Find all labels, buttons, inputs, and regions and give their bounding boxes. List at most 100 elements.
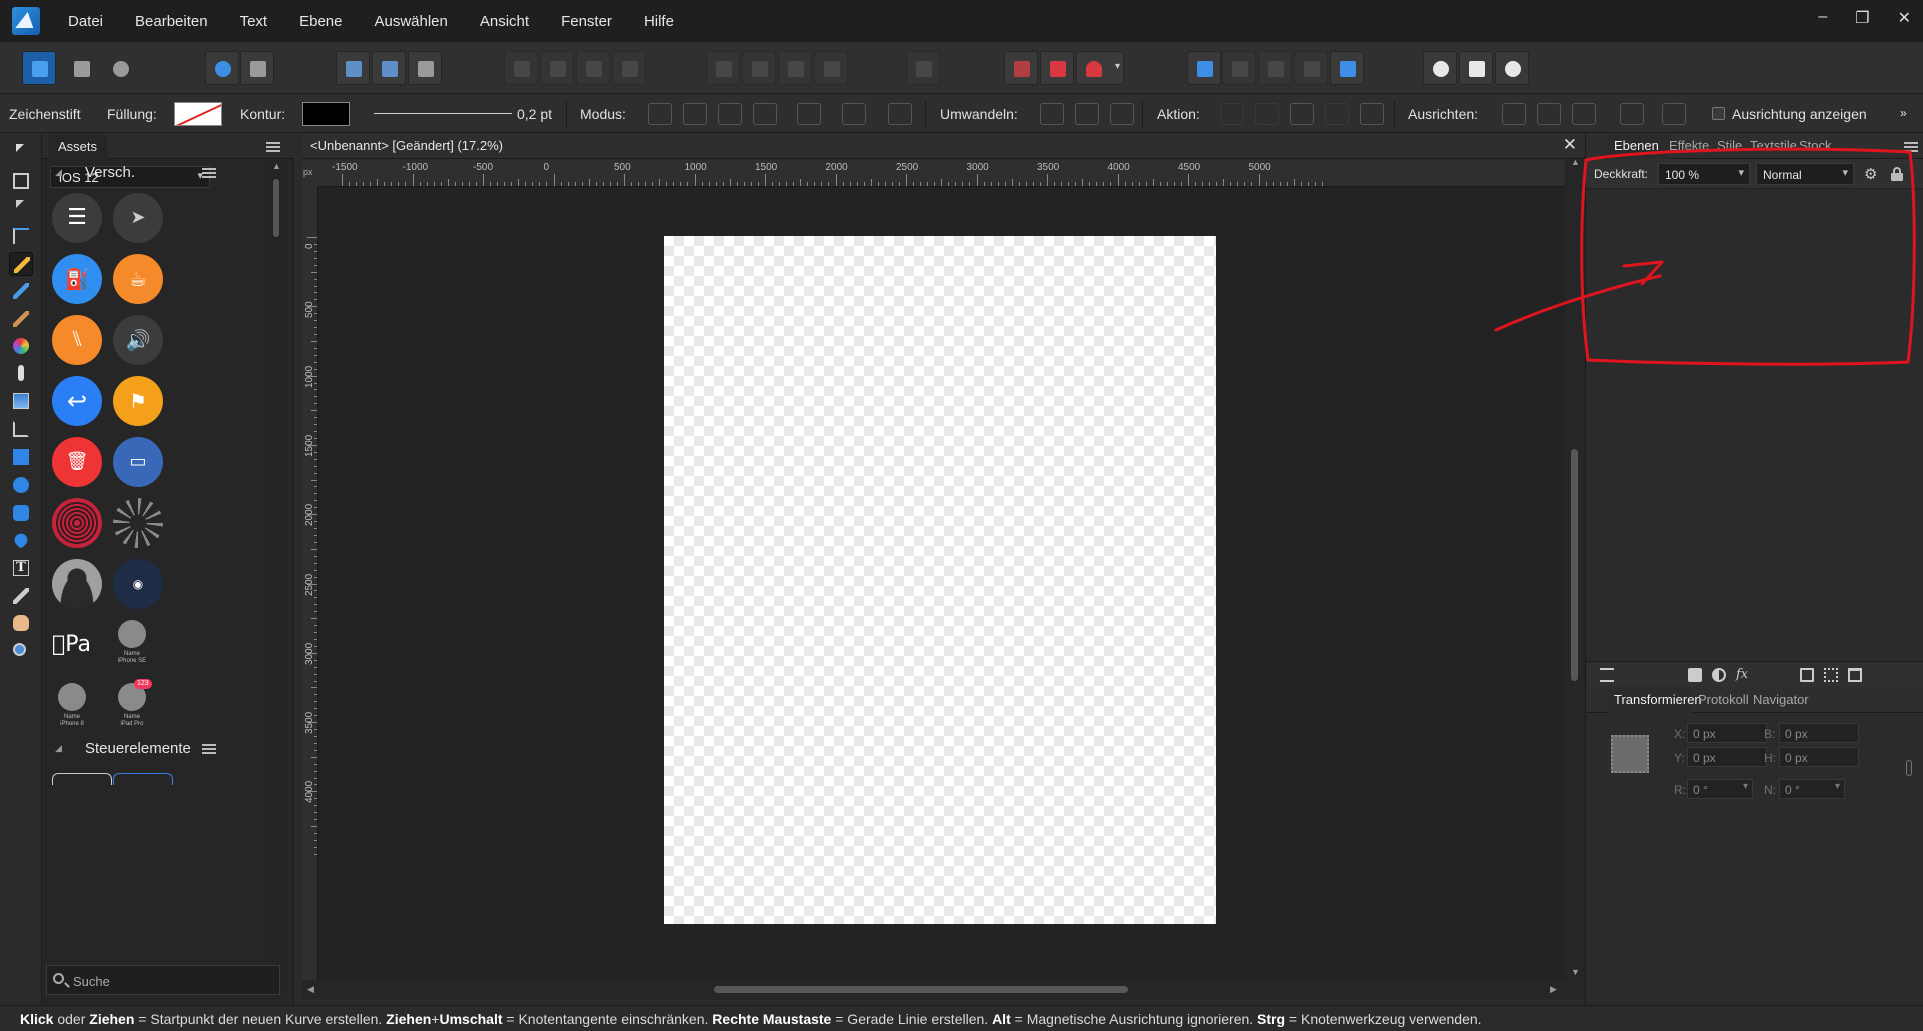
- convert-smart-button[interactable]: [1110, 103, 1134, 125]
- boolean-subtract-button[interactable]: [1222, 51, 1256, 85]
- polygon-mode-button[interactable]: [718, 103, 742, 125]
- scroll-left-icon[interactable]: ◀: [307, 984, 314, 995]
- boolean-xor-button[interactable]: [1294, 51, 1328, 85]
- asset-location[interactable]: ➤: [113, 193, 163, 243]
- assets-scrollbar[interactable]: ▲ ▼: [270, 159, 282, 989]
- anchor-point-selector[interactable]: [1611, 735, 1649, 773]
- horizontal-ruler[interactable]: -1500 -1000 -500 0 500 1000 1500 2000 2500 3000 35…: [318, 159, 1585, 187]
- break-curve-button[interactable]: [1220, 103, 1244, 125]
- join-curves-button[interactable]: [1325, 103, 1349, 125]
- width-field[interactable]: 0 px: [1779, 723, 1859, 743]
- create-shape-button[interactable]: [797, 103, 821, 125]
- asset-control-preview[interactable]: [113, 773, 173, 785]
- pen-tool[interactable]: [9, 252, 33, 276]
- assistant-button[interactable]: [240, 51, 274, 85]
- asset-spinner[interactable]: [113, 498, 163, 548]
- layers-stack-icon[interactable]: [1600, 668, 1614, 682]
- stroke-width-slider[interactable]: [374, 113, 512, 114]
- select-bounding-button[interactable]: [372, 51, 406, 85]
- fill-color-swatch[interactable]: [174, 102, 222, 126]
- category-menu-icon[interactable]: [202, 744, 216, 754]
- asset-control-preview[interactable]: [52, 773, 112, 785]
- delete-layer-icon[interactable]: [1848, 668, 1862, 682]
- place-image-tool[interactable]: [9, 389, 33, 413]
- insert-top-button[interactable]: [1459, 51, 1493, 85]
- vector-brush-tool[interactable]: [9, 307, 33, 331]
- more-chevron-icon[interactable]: »: [1900, 106, 1907, 120]
- boolean-divide-button[interactable]: [1330, 51, 1364, 85]
- close-window-button[interactable]: ✕: [1898, 8, 1911, 28]
- adjustment-icon[interactable]: [1712, 668, 1726, 682]
- layers-list[interactable]: [1586, 189, 1923, 671]
- menu-ansicht[interactable]: Ansicht: [480, 13, 529, 30]
- asset-contact-iphone-se[interactable]: [118, 620, 146, 648]
- ruler-unit[interactable]: px: [302, 159, 318, 187]
- scroll-down-icon[interactable]: ▼: [1571, 967, 1580, 977]
- height-field[interactable]: 0 px: [1779, 747, 1859, 767]
- tab-transformieren[interactable]: Transformieren: [1614, 692, 1702, 707]
- scroll-right-icon[interactable]: ▶: [1550, 984, 1557, 995]
- scroll-up-icon[interactable]: ▲: [272, 161, 281, 171]
- menu-hilfe[interactable]: Hilfe: [644, 13, 674, 30]
- shear-field[interactable]: 0 °: [1779, 779, 1845, 799]
- point-transform-tool[interactable]: [9, 224, 33, 248]
- search-input[interactable]: [73, 972, 273, 990]
- pencil-tool[interactable]: [9, 279, 33, 303]
- assets-scroll-thumb[interactable]: [273, 179, 279, 237]
- tab-stock[interactable]: Stock: [1799, 138, 1832, 153]
- tab-assets[interactable]: Assets: [48, 135, 108, 159]
- menu-fenster[interactable]: Fenster: [561, 13, 612, 30]
- artistic-text-tool[interactable]: T: [9, 556, 33, 580]
- insert-inside-button[interactable]: [1495, 51, 1529, 85]
- tab-effekte[interactable]: Effekte: [1669, 138, 1709, 153]
- asset-fingerprint[interactable]: [52, 498, 102, 548]
- fx-icon[interactable]: fx: [1736, 668, 1750, 682]
- menu-ebene[interactable]: Ebene: [299, 13, 342, 30]
- snapping-grid-button[interactable]: [1004, 51, 1038, 85]
- rubber-band-button[interactable]: [842, 103, 866, 125]
- align-transform-button[interactable]: [1620, 103, 1644, 125]
- canvas-vertical-scrollbar[interactable]: ▲ ▼: [1565, 157, 1585, 980]
- asset-avatar[interactable]: [52, 559, 102, 609]
- snap-to-geometry-button[interactable]: [888, 103, 912, 125]
- document-tab-title[interactable]: <Unbenannt> [Geändert] (17.2%): [310, 138, 503, 153]
- restore-button[interactable]: ❐: [1855, 8, 1869, 28]
- transform-origin-button[interactable]: [336, 51, 370, 85]
- tab-textstile[interactable]: Textstile: [1750, 138, 1797, 153]
- vertical-scroll-thumb[interactable]: [1571, 449, 1578, 681]
- align-button[interactable]: [906, 51, 940, 85]
- align-snap-button[interactable]: [1662, 103, 1686, 125]
- order-backward-button[interactable]: [540, 51, 574, 85]
- asset-sound[interactable]: 🔊: [113, 315, 163, 365]
- close-curve-button[interactable]: [1255, 103, 1279, 125]
- boolean-add-button[interactable]: [1187, 51, 1221, 85]
- smooth-curve-button[interactable]: [1290, 103, 1314, 125]
- rounded-rectangle-tool[interactable]: [9, 501, 33, 525]
- snapping-magnet-button[interactable]: ▾: [1076, 51, 1124, 85]
- x-field[interactable]: 0 px: [1687, 723, 1767, 743]
- panel-menu-icon[interactable]: [1904, 142, 1918, 152]
- lock-icon[interactable]: [1891, 167, 1903, 181]
- fill-tool[interactable]: [9, 334, 33, 358]
- rotate-right-button[interactable]: [814, 51, 848, 85]
- flip-vertical-button[interactable]: [742, 51, 776, 85]
- rotate-left-button[interactable]: [778, 51, 812, 85]
- pen-mode-button[interactable]: [648, 103, 672, 125]
- reverse-curve-button[interactable]: [1360, 103, 1384, 125]
- order-back-button[interactable]: [504, 51, 538, 85]
- asset-list[interactable]: ☰: [52, 193, 102, 243]
- ellipse-tool[interactable]: [9, 473, 33, 497]
- panel-menu-icon[interactable]: [266, 142, 280, 152]
- line-mode-button[interactable]: [753, 103, 777, 125]
- mask-icon[interactable]: [1688, 668, 1702, 682]
- tab-protokoll[interactable]: Protokoll: [1698, 692, 1749, 707]
- opacity-field[interactable]: 100 %: [1658, 163, 1750, 185]
- minimize-button[interactable]: –: [1818, 8, 1827, 28]
- asset-apple-pay[interactable]: Pa: [52, 620, 108, 670]
- horizontal-scroll-thumb[interactable]: [714, 986, 1128, 993]
- rotate-transform-button[interactable]: [408, 51, 442, 85]
- snapping-button[interactable]: [205, 51, 239, 85]
- stroke-width-value[interactable]: 0,2 pt: [517, 106, 552, 122]
- view-tool[interactable]: [9, 611, 33, 635]
- link-icon[interactable]: [1906, 760, 1912, 776]
